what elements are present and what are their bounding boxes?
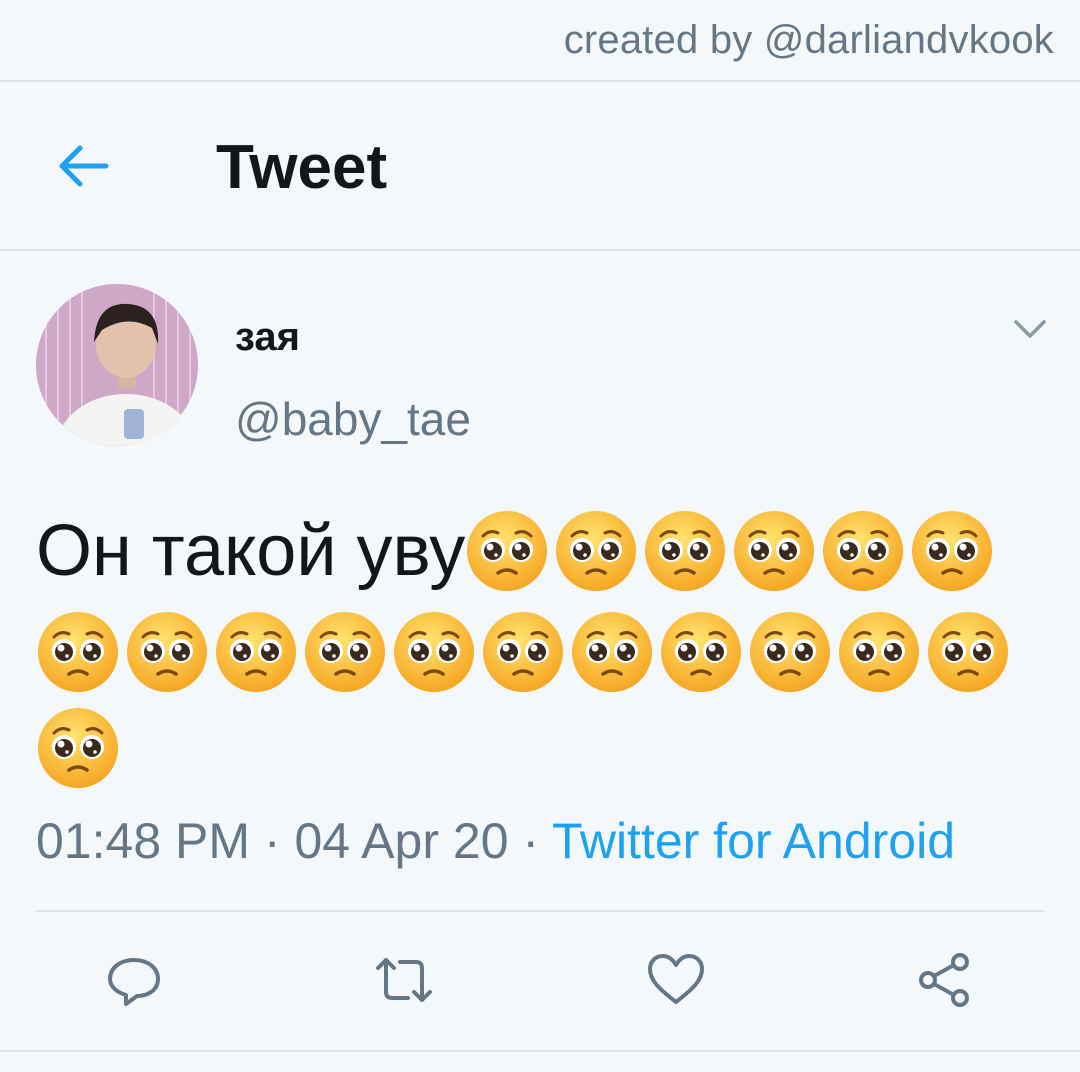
chevron-down-icon bbox=[1014, 320, 1046, 338]
tweet-date: 04 Apr 20 bbox=[294, 813, 509, 869]
pleading-face-icon bbox=[303, 610, 387, 694]
tweet-meta: 01:48 PM · 04 Apr 20 · Twitter for Andro… bbox=[36, 812, 955, 870]
watermark-text: created by @darliandvkook bbox=[563, 18, 1054, 62]
pleading-face-icon bbox=[36, 610, 120, 694]
pleading-face-icon bbox=[465, 509, 549, 593]
tweet-text-content: Он такой уву bbox=[36, 510, 466, 591]
like-button[interactable] bbox=[646, 950, 706, 1010]
meta-separator: · bbox=[250, 813, 295, 869]
divider bbox=[36, 910, 1044, 912]
retweet-button[interactable] bbox=[374, 950, 434, 1010]
pleading-face-icon bbox=[554, 509, 638, 593]
back-button[interactable] bbox=[52, 134, 116, 198]
pleading-face-icon bbox=[392, 610, 476, 694]
pleading-face-icon bbox=[659, 610, 743, 694]
more-options-button[interactable] bbox=[1010, 312, 1050, 344]
user-handle[interactable]: @baby_tae bbox=[235, 392, 471, 446]
arrow-left-icon bbox=[59, 145, 109, 187]
pleading-face-icon bbox=[643, 509, 727, 593]
share-icon bbox=[919, 953, 969, 1007]
header-bar: Tweet bbox=[0, 82, 1080, 248]
tweet-text: Он такой уву bbox=[36, 498, 1046, 791]
reply-button[interactable] bbox=[104, 950, 164, 1010]
tweet-source-link[interactable]: Twitter for Android bbox=[552, 813, 955, 869]
divider bbox=[0, 1050, 1080, 1052]
like-icon bbox=[648, 954, 704, 1004]
pleading-face-icon bbox=[732, 509, 816, 593]
pleading-face-icon bbox=[821, 509, 905, 593]
pleading-face-icon bbox=[36, 706, 120, 790]
meta-separator: · bbox=[508, 813, 553, 869]
pleading-face-icon bbox=[910, 509, 994, 593]
divider bbox=[0, 249, 1080, 251]
avatar[interactable] bbox=[36, 284, 198, 446]
share-button[interactable] bbox=[914, 950, 974, 1010]
page-title: Tweet bbox=[216, 133, 388, 202]
pleading-face-icon bbox=[481, 610, 565, 694]
pleading-face-icon bbox=[214, 610, 298, 694]
display-name[interactable]: зая bbox=[235, 315, 300, 360]
pleading-face-icon bbox=[570, 610, 654, 694]
tweet-time: 01:48 PM bbox=[36, 813, 251, 869]
pleading-face-icon bbox=[926, 610, 1010, 694]
pleading-face-icon bbox=[125, 610, 209, 694]
retweet-icon bbox=[376, 958, 432, 1002]
pleading-face-icon bbox=[837, 610, 921, 694]
pleading-face-icon bbox=[748, 610, 832, 694]
reply-icon bbox=[108, 958, 160, 1006]
